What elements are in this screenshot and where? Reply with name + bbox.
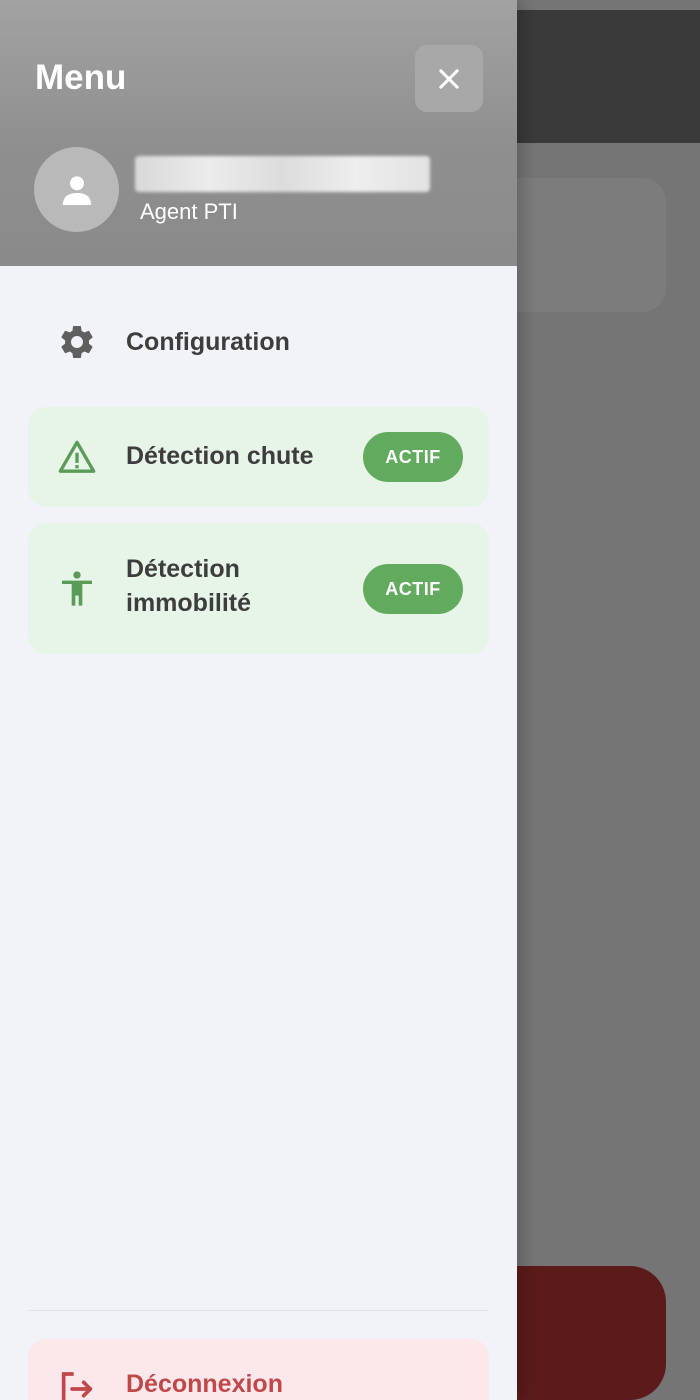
menu-item-fall-detection[interactable]: Détection chute ACTIF (28, 407, 489, 507)
menu-item-label: Configuration (126, 328, 290, 356)
close-button[interactable] (415, 45, 483, 112)
divider (28, 1310, 489, 1311)
logout-label: Déconnexion (126, 1370, 283, 1398)
logout-icon (57, 1369, 97, 1400)
user-role: Agent PTI (140, 199, 238, 224)
menu-title: Menu (35, 58, 127, 97)
menu-item-label: Détection immobilité (126, 555, 252, 617)
person-icon (62, 175, 91, 205)
gear-icon (57, 322, 97, 362)
background-app-bar (517, 10, 700, 143)
app-screen: Menu Agent PTI Configuration Détection c… (0, 0, 700, 1400)
menu-item-configuration[interactable]: Configuration (28, 307, 489, 377)
menu-item-immobility-detection[interactable]: Détection immobilité ACTIF (28, 523, 489, 654)
status-badge: ACTIF (363, 432, 463, 482)
avatar (34, 147, 119, 232)
warning-icon (57, 437, 97, 477)
navigation-drawer: Menu Agent PTI Configuration Détection c… (0, 0, 517, 1400)
drawer-header: Menu Agent PTI (0, 0, 517, 266)
user-name (135, 156, 430, 192)
close-icon (439, 68, 459, 89)
logout-button[interactable]: Déconnexion (28, 1339, 489, 1400)
person-standing-icon (57, 569, 97, 609)
menu-item-label: Détection chute (126, 442, 314, 470)
status-badge: ACTIF (363, 564, 463, 614)
